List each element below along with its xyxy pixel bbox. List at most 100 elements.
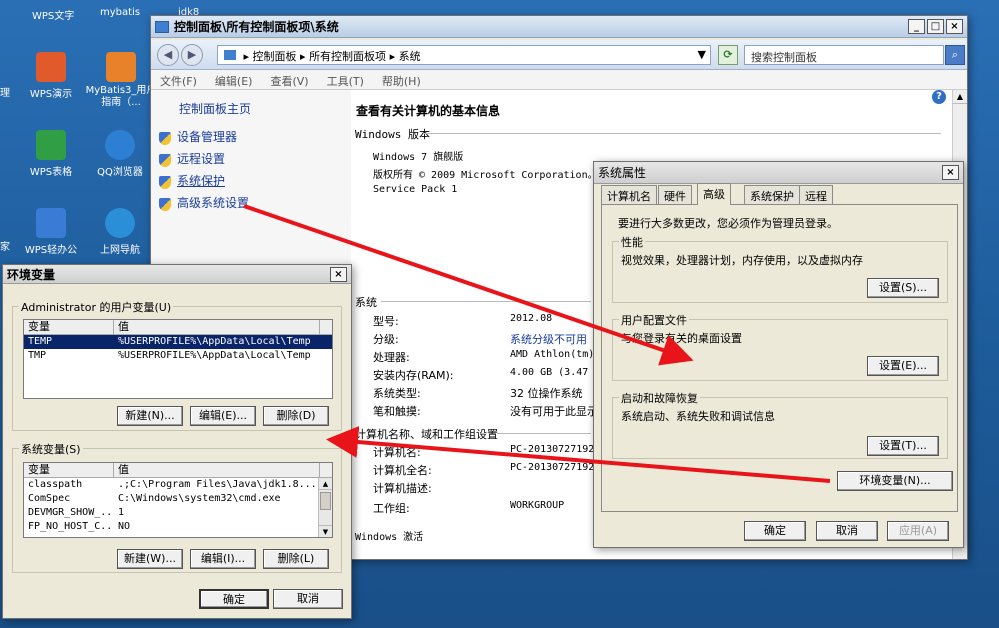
- desktop-icon-wps-presentation[interactable]: WPS演示: [16, 52, 86, 100]
- edition-name: Windows 7 旗舰版: [373, 152, 464, 163]
- label-full-computer-name: 计算机全名:: [373, 464, 432, 477]
- breadcrumb[interactable]: ▸ 控制面板 ▸ 所有控制面板项 ▸ 系统 ▼: [217, 45, 711, 65]
- column-header-value[interactable]: 值: [114, 320, 320, 334]
- value-pen-touch: 没有可用于此显示: [510, 405, 598, 418]
- user-new-button[interactable]: 新建(N)...: [117, 406, 183, 426]
- menu-view[interactable]: 查看(V): [261, 70, 317, 92]
- startup-recovery-group: 启动和故障恢复 系统启动、系统失败和调试信息 设置(T)...: [612, 390, 948, 459]
- system-variables-list[interactable]: 变量 值 classpath .;C:\Program Files\Java\j…: [23, 462, 333, 538]
- tab-advanced[interactable]: 高级: [697, 183, 731, 205]
- desktop-label-mybatis[interactable]: mybatis: [100, 7, 140, 18]
- search-box[interactable]: 搜索控制面板: [744, 45, 944, 65]
- sidebar-item-system-protection[interactable]: 系统保护: [159, 172, 225, 189]
- value-full-computer-name: PC-20130727192: [510, 462, 595, 473]
- column-header-variable[interactable]: 变量: [24, 463, 114, 477]
- user-variables-group: Administrator 的用户变量(U) 变量 值 TEMP %USERPR…: [12, 299, 342, 431]
- list-scrollbar[interactable]: ▲ ▼: [318, 478, 332, 537]
- label-processor: 处理器:: [373, 351, 410, 364]
- user-variables-list[interactable]: 变量 值 TEMP %USERPROFILE%\AppData\Local\Te…: [23, 319, 333, 399]
- breadcrumb-item[interactable]: 所有控制面板项: [309, 50, 386, 63]
- close-button[interactable]: ×: [946, 19, 963, 34]
- system-properties-titlebar[interactable]: 系统属性 ×: [594, 162, 963, 184]
- desktop-edge-label: 家: [0, 242, 10, 253]
- desktop-icon-wps-office-lite[interactable]: WPS轻办公: [16, 208, 86, 256]
- help-icon[interactable]: ?: [932, 90, 946, 104]
- table-row[interactable]: TEMP %USERPROFILE%\AppData\Local\Temp: [24, 335, 332, 349]
- system-delete-button[interactable]: 删除(L): [263, 549, 329, 569]
- desktop-label-wps-writer[interactable]: WPS文字: [32, 7, 74, 22]
- menu-file[interactable]: 文件(F): [151, 70, 206, 92]
- breadcrumb-item[interactable]: 控制面板: [253, 50, 297, 63]
- label-pen-touch: 笔和触摸:: [373, 405, 421, 418]
- table-row[interactable]: TMP %USERPROFILE%\AppData\Local\Temp: [24, 349, 332, 363]
- shield-icon: [159, 175, 171, 189]
- list-header: 变量 值: [24, 320, 332, 335]
- user-profiles-title: 用户配置文件: [619, 312, 689, 328]
- control-panel-titlebar[interactable]: 控制面板\所有控制面板项\系统 _ □ ×: [151, 16, 967, 38]
- refresh-button[interactable]: ⟳: [718, 45, 738, 65]
- environment-variables-button[interactable]: 环境变量(N)...: [837, 471, 953, 491]
- edition-service-pack: Service Pack 1: [373, 184, 458, 195]
- table-row[interactable]: FP_NO_HOST_C... NO: [24, 520, 332, 534]
- ok-button[interactable]: 确定: [744, 521, 806, 541]
- dialog-title: 环境变量: [7, 267, 56, 282]
- environment-variables-titlebar[interactable]: 环境变量 ×: [3, 265, 351, 284]
- user-profiles-desc: 与您登录有关的桌面设置: [621, 332, 742, 345]
- menu-edit[interactable]: 编辑(E): [206, 70, 262, 92]
- desktop-icon-wps-spreadsheet[interactable]: WPS表格: [16, 130, 86, 178]
- column-header-value[interactable]: 值: [114, 463, 320, 477]
- system-variables-group: 系统变量(S) 变量 值 classpath .;C:\Program File…: [12, 441, 342, 573]
- shield-icon: [159, 197, 171, 211]
- address-bar: ◀ ▶ ▸ 控制面板 ▸ 所有控制面板项 ▸ 系统 ▼ ⟳ 搜索控制面板 ⌕: [151, 40, 967, 70]
- user-profiles-settings-button[interactable]: 设置(E)...: [867, 356, 939, 376]
- desktop-icon-qq-browser[interactable]: QQ浏览器: [85, 130, 155, 178]
- table-row[interactable]: DEVMGR_SHOW_... 1: [24, 506, 332, 520]
- performance-settings-button[interactable]: 设置(S)...: [867, 278, 939, 298]
- desktop-icon-web-navigation[interactable]: 上网导航: [85, 208, 155, 256]
- system-new-button[interactable]: 新建(W)...: [117, 549, 183, 569]
- sidebar-home-link[interactable]: 控制面板主页: [179, 100, 251, 117]
- label-model: 型号:: [373, 315, 399, 328]
- value-rating-link[interactable]: 系统分级不可用: [510, 331, 587, 347]
- cancel-button[interactable]: 取消: [816, 521, 878, 541]
- table-row[interactable]: ComSpec C:\Windows\system32\cmd.exe: [24, 492, 332, 506]
- cancel-button[interactable]: 取消: [273, 589, 343, 609]
- sidebar-item-remote-settings[interactable]: 远程设置: [159, 150, 225, 167]
- desktop-icon-mybatis-guide[interactable]: MyBatis3_用户指南（...: [85, 52, 157, 109]
- section-header-activation: Windows 激活: [355, 532, 424, 543]
- menu-help[interactable]: 帮助(H): [373, 70, 430, 92]
- startup-recovery-settings-button[interactable]: 设置(T)...: [867, 436, 939, 456]
- tab-computer-name[interactable]: 计算机名: [601, 185, 657, 204]
- tab-hardware[interactable]: 硬件: [658, 185, 692, 204]
- back-button[interactable]: ◀: [157, 44, 179, 66]
- section-header-computer-name: 计算机名称、域和工作组设置: [355, 428, 498, 441]
- sidebar-item-device-manager[interactable]: 设备管理器: [159, 128, 237, 145]
- table-row[interactable]: classpath .;C:\Program Files\Java\jdk1.8…: [24, 478, 332, 492]
- search-icon[interactable]: ⌕: [945, 45, 965, 65]
- maximize-button[interactable]: □: [927, 19, 944, 34]
- search-input[interactable]: 搜索控制面板: [751, 49, 817, 65]
- value-processor: AMD Athlon(tm): [510, 349, 595, 360]
- shield-icon: [159, 131, 171, 145]
- user-delete-button[interactable]: 删除(D): [263, 406, 329, 426]
- user-edit-button[interactable]: 编辑(E)...: [190, 406, 256, 426]
- forward-button[interactable]: ▶: [181, 44, 203, 66]
- close-button[interactable]: ×: [942, 165, 959, 180]
- minimize-button[interactable]: _: [908, 19, 925, 34]
- chevron-down-icon[interactable]: ▼: [698, 48, 706, 61]
- environment-variables-dialog: 环境变量 × Administrator 的用户变量(U) 变量 值 TEMP …: [2, 264, 352, 619]
- advanced-tab-panel: 要进行大多数更改，您必须作为管理员登录。 性能 视觉效果，处理器计划，内存使用，…: [601, 204, 958, 512]
- sidebar-item-advanced-system-settings[interactable]: 高级系统设置: [159, 194, 249, 211]
- tab-remote[interactable]: 远程: [799, 185, 833, 204]
- system-properties-dialog: 系统属性 × 计算机名 硬件 高级 系统保护 远程 要进行大多数更改，您必须作为…: [593, 161, 964, 548]
- breadcrumb-item[interactable]: 系统: [399, 50, 421, 63]
- system-edit-button[interactable]: 编辑(I)...: [190, 549, 256, 569]
- label-workgroup: 工作组:: [373, 502, 410, 515]
- close-button[interactable]: ×: [330, 266, 347, 282]
- ok-button[interactable]: 确定: [199, 589, 269, 609]
- column-header-variable[interactable]: 变量: [24, 320, 114, 334]
- tab-system-protection[interactable]: 系统保护: [744, 185, 800, 204]
- menu-tools[interactable]: 工具(T): [318, 70, 373, 92]
- apply-button[interactable]: 应用(A): [887, 521, 949, 541]
- value-system-type: 32 位操作系统: [510, 387, 583, 400]
